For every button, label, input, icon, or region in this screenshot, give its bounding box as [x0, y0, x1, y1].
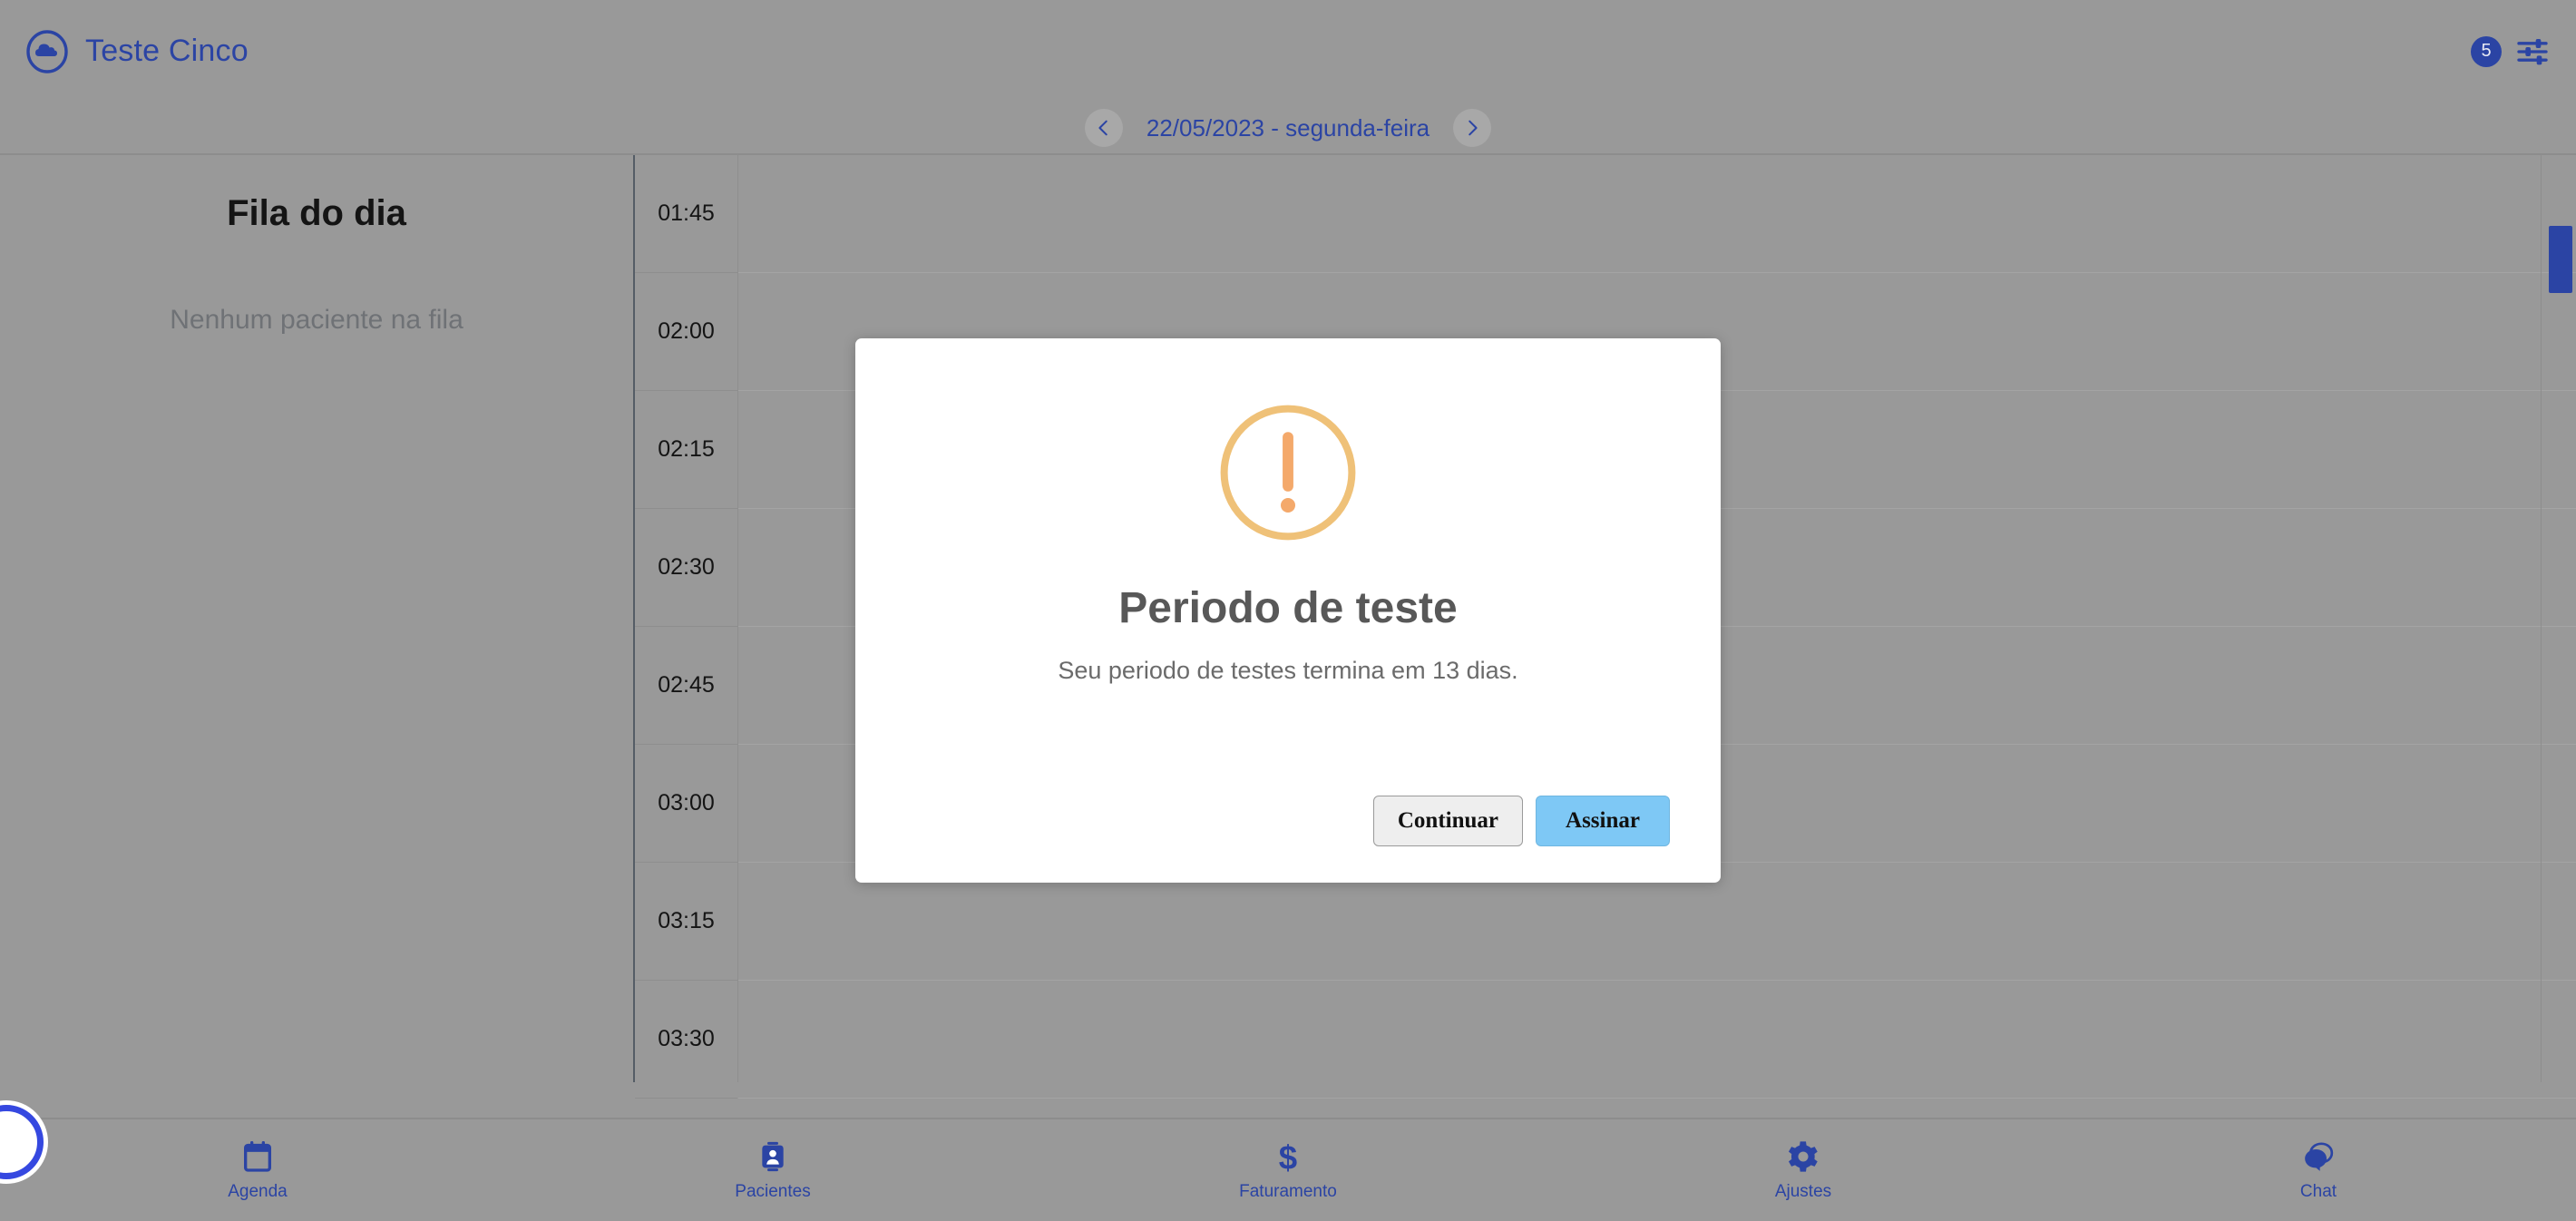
modal-overlay: Periodo de teste Seu periodo de testes t…: [0, 0, 2576, 1221]
subscribe-button[interactable]: Assinar: [1536, 796, 1670, 846]
warning-exclamation-icon: [1220, 405, 1356, 541]
trial-period-dialog: Periodo de teste Seu periodo de testes t…: [855, 338, 1721, 883]
dialog-actions: Continuar Assinar: [1372, 796, 1670, 846]
dialog-title: Periodo de teste: [1118, 584, 1458, 632]
app-root: Teste Cinco 5 22/05/2023 - segunda-feira…: [0, 0, 2576, 1221]
dialog-message: Seu periodo de testes termina em 13 dias…: [1058, 657, 1518, 684]
continue-button[interactable]: Continuar: [1372, 796, 1523, 846]
